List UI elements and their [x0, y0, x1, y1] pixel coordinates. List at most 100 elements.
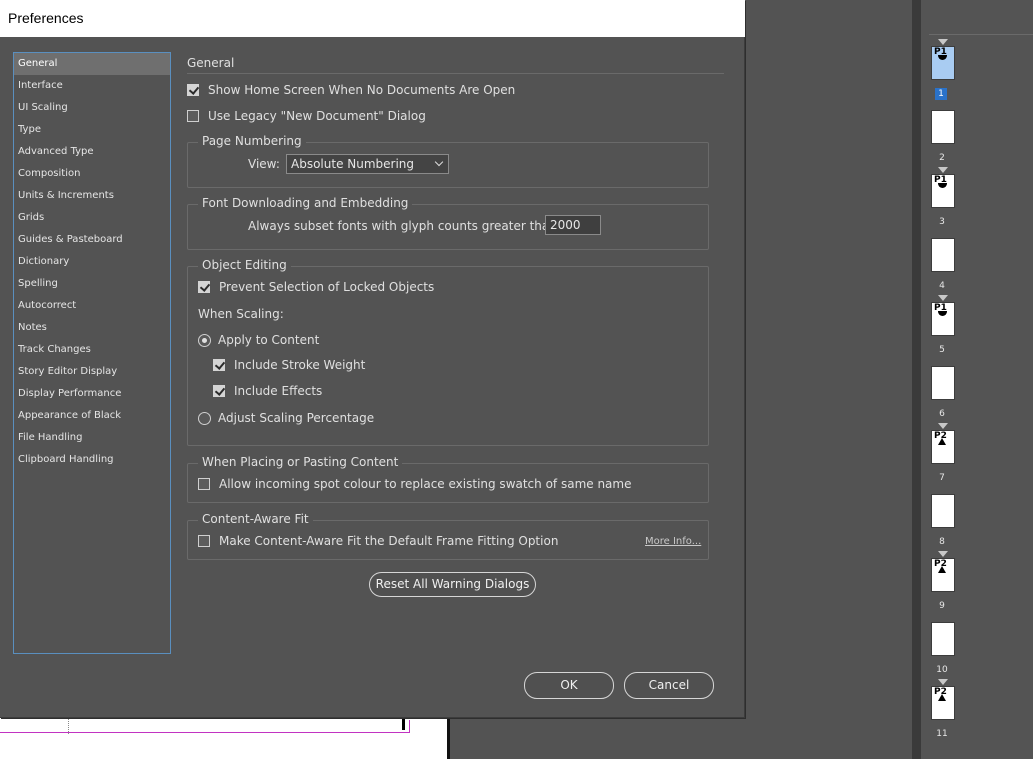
- master-label: P2: [934, 559, 947, 569]
- page-number-label: 11: [936, 729, 948, 739]
- sidebar-item-appearance-of-black[interactable]: Appearance of Black: [14, 405, 170, 427]
- adjust-scaling-label: Adjust Scaling Percentage: [218, 411, 375, 425]
- panel-dock-edge: [912, 0, 921, 759]
- page-marker-icon: [938, 311, 947, 316]
- sidebar-item-interface[interactable]: Interface: [14, 75, 170, 97]
- prevent-locked-label: Prevent Selection of Locked Objects: [219, 280, 435, 294]
- page-thumbnail-11[interactable]: P2: [931, 679, 955, 720]
- page-number-label: 7: [939, 473, 945, 483]
- sidebar-item-track-changes[interactable]: Track Changes: [14, 339, 170, 361]
- show-home-screen-label: Show Home Screen When No Documents Are O…: [208, 83, 516, 97]
- page-number-label: 2: [939, 153, 945, 163]
- page-thumbnail-3[interactable]: P1: [931, 167, 955, 208]
- ok-button[interactable]: OK: [524, 672, 614, 699]
- page-numbering-group: Page Numbering View: Absolute Numbering: [187, 134, 709, 188]
- page-marker-icon: [938, 183, 947, 188]
- pages-panel-divider: [929, 34, 1033, 35]
- show-home-screen-checkbox[interactable]: [187, 84, 199, 96]
- subset-fonts-label: Always subset fonts with glyph counts gr…: [248, 219, 561, 233]
- sidebar-item-general[interactable]: General: [14, 53, 170, 75]
- page-thumbnail-5[interactable]: P1: [931, 295, 955, 336]
- sidebar-item-story-editor-display[interactable]: Story Editor Display: [14, 361, 170, 383]
- sidebar-item-units-increments[interactable]: Units & Increments: [14, 185, 170, 207]
- group-title: Page Numbering: [198, 134, 306, 148]
- pages-panel: P1 1 2 P1 3 4 P1 5 6 P2 7 8 P2 9 10 P2 1…: [921, 0, 1033, 759]
- include-effects-checkbox[interactable]: [213, 385, 225, 397]
- sidebar-item-spelling[interactable]: Spelling: [14, 273, 170, 295]
- sidebar-item-clipboard-handling[interactable]: Clipboard Handling: [14, 449, 170, 471]
- page-thumbnail-10[interactable]: [931, 622, 955, 656]
- page-numbering-view-select[interactable]: Absolute Numbering: [286, 154, 449, 174]
- page-thumbnail-7[interactable]: P2: [931, 423, 955, 464]
- dialog-titlebar[interactable]: Preferences: [0, 0, 745, 37]
- master-indicator-icon: [938, 39, 948, 45]
- spot-colour-label: Allow incoming spot colour to replace ex…: [219, 477, 632, 491]
- legacy-new-document-checkbox[interactable]: [187, 110, 199, 122]
- sidebar-item-notes[interactable]: Notes: [14, 317, 170, 339]
- spot-colour-option[interactable]: Allow incoming spot colour to replace ex…: [198, 477, 631, 491]
- include-stroke-checkbox[interactable]: [213, 359, 225, 371]
- sidebar-item-display-performance[interactable]: Display Performance: [14, 383, 170, 405]
- cancel-button[interactable]: Cancel: [624, 672, 714, 699]
- sidebar-item-ui-scaling[interactable]: UI Scaling: [14, 97, 170, 119]
- page-thumbnail-2[interactable]: [931, 110, 955, 144]
- more-info-link[interactable]: More Info...: [645, 536, 701, 547]
- adjust-scaling-option[interactable]: Adjust Scaling Percentage: [198, 411, 374, 425]
- apply-to-content-option[interactable]: Apply to Content: [198, 333, 319, 347]
- reset-warning-dialogs-button[interactable]: Reset All Warning Dialogs: [369, 572, 536, 597]
- sidebar-item-guides-pasteboard[interactable]: Guides & Pasteboard: [14, 229, 170, 251]
- chevron-down-icon: [434, 157, 444, 167]
- page-thumbnail-8[interactable]: [931, 494, 955, 528]
- show-home-screen-option[interactable]: Show Home Screen When No Documents Are O…: [187, 83, 515, 97]
- page-thumbnail-6[interactable]: [931, 366, 955, 400]
- section-heading: General: [187, 56, 235, 70]
- page-thumbnail-1[interactable]: P1: [931, 39, 955, 80]
- page-number-label: 5: [939, 345, 945, 355]
- group-title: Content-Aware Fit: [198, 512, 313, 526]
- preferences-dialog: Preferences General Interface UI Scaling…: [0, 0, 745, 718]
- sidebar-item-file-handling[interactable]: File Handling: [14, 427, 170, 449]
- adjust-scaling-radio[interactable]: [198, 411, 211, 425]
- include-effects-label: Include Effects: [234, 384, 323, 398]
- master-indicator-icon: [938, 167, 948, 173]
- sidebar-item-dictionary[interactable]: Dictionary: [14, 251, 170, 273]
- placing-content-group: When Placing or Pasting Content Allow in…: [187, 455, 709, 503]
- master-label: P2: [934, 431, 947, 441]
- font-downloading-group: Font Downloading and Embedding Always su…: [187, 196, 709, 250]
- page-number-label: 3: [939, 217, 945, 227]
- spot-colour-checkbox[interactable]: [198, 478, 210, 490]
- group-title: When Placing or Pasting Content: [198, 455, 403, 469]
- page-number-label: 6: [939, 409, 945, 419]
- view-label: View:: [248, 157, 280, 171]
- sidebar-item-composition[interactable]: Composition: [14, 163, 170, 185]
- include-effects-option[interactable]: Include Effects: [213, 384, 322, 398]
- page-thumbnail-4[interactable]: [931, 238, 955, 272]
- object-editing-group: Object Editing Prevent Selection of Lock…: [187, 258, 709, 446]
- sidebar-item-advanced-type[interactable]: Advanced Type: [14, 141, 170, 163]
- prevent-locked-checkbox[interactable]: [198, 281, 210, 293]
- include-stroke-label: Include Stroke Weight: [234, 358, 366, 372]
- legacy-new-document-label: Use Legacy "New Document" Dialog: [208, 109, 426, 123]
- prevent-locked-option[interactable]: Prevent Selection of Locked Objects: [198, 280, 434, 294]
- group-title: Font Downloading and Embedding: [198, 196, 413, 210]
- include-stroke-option[interactable]: Include Stroke Weight: [213, 358, 365, 372]
- page-number-label: 9: [939, 601, 945, 611]
- content-aware-default-checkbox[interactable]: [198, 535, 210, 547]
- sidebar-item-autocorrect[interactable]: Autocorrect: [14, 295, 170, 317]
- page-number-label: 10: [936, 665, 948, 675]
- sidebar-item-type[interactable]: Type: [14, 119, 170, 141]
- preferences-sidebar: General Interface UI Scaling Type Advanc…: [13, 52, 171, 654]
- master-indicator-icon: [938, 679, 948, 685]
- content-aware-default-label: Make Content-Aware Fit the Default Frame…: [219, 534, 559, 548]
- page-thumbnail-9[interactable]: P2: [931, 551, 955, 592]
- page-number-label: 8: [939, 537, 945, 547]
- apply-to-content-radio[interactable]: [198, 333, 211, 347]
- page-marker-icon: [938, 55, 947, 60]
- content-aware-default-option[interactable]: Make Content-Aware Fit the Default Frame…: [198, 534, 558, 548]
- apply-to-content-label: Apply to Content: [218, 333, 320, 347]
- master-label: P2: [934, 687, 947, 697]
- glyph-count-input[interactable]: 2000: [545, 215, 601, 235]
- group-title: Object Editing: [198, 258, 291, 272]
- legacy-new-document-option[interactable]: Use Legacy "New Document" Dialog: [187, 109, 426, 123]
- sidebar-item-grids[interactable]: Grids: [14, 207, 170, 229]
